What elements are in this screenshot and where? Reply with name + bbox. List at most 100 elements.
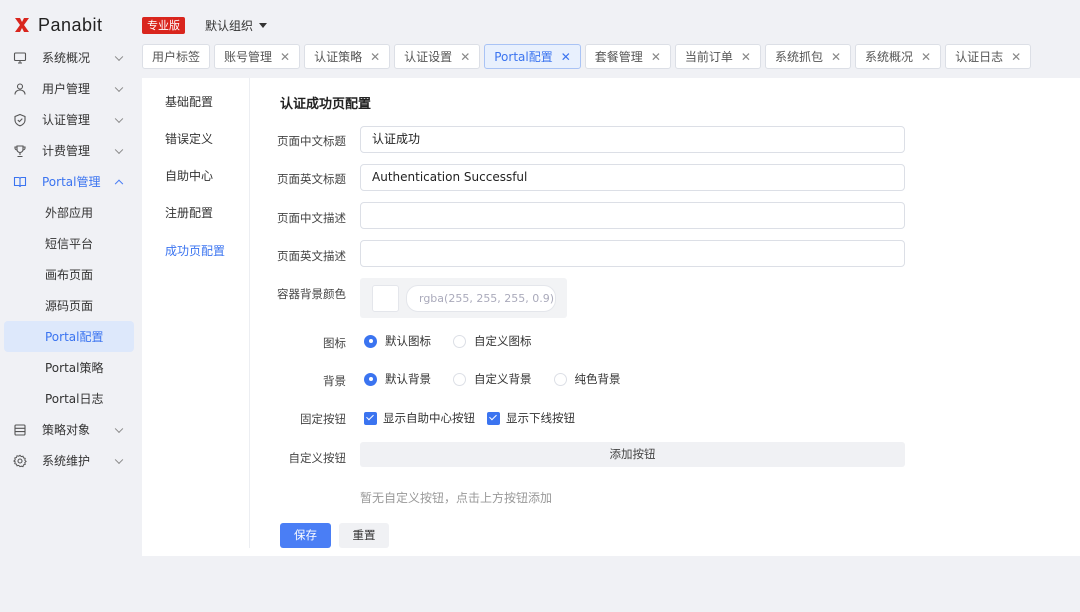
cn-desc-input[interactable]: [360, 202, 905, 229]
cn-desc-label: 页面中文描述: [277, 211, 346, 225]
trophy-icon: [12, 143, 28, 159]
sidebar: 系统概况 用户管理 认证管理 计费管理 Portal管理 外部应用 短信平台 画…: [0, 42, 140, 476]
sidebar-item-maintenance[interactable]: 系统维护: [0, 445, 140, 476]
fixed-buttons-group: 显示自助中心按钮 显示下线按钮: [364, 410, 587, 426]
sidebar-subitem-source-page[interactable]: 源码页面: [0, 290, 140, 321]
close-icon[interactable]: ✕: [831, 50, 841, 64]
edition-badge: 专业版: [142, 17, 185, 34]
tab-label: 系统抓包: [774, 50, 823, 64]
bg-color-label: 容器背景颜色: [277, 287, 346, 301]
chevron-down-icon: [114, 83, 124, 92]
subnav-self-service[interactable]: 自助中心: [165, 167, 213, 184]
radio-label: 自定义背景: [474, 372, 532, 386]
chevron-down-icon: [114, 455, 124, 464]
sidebar-subitem-external-apps[interactable]: 外部应用: [0, 197, 140, 228]
sidebar-item-policy-objects[interactable]: 策略对象: [0, 414, 140, 445]
tab-packet-capture[interactable]: 系统抓包 ✕: [764, 44, 852, 69]
close-icon[interactable]: ✕: [921, 50, 931, 64]
sidebar-subitem-sms-platform[interactable]: 短信平台: [0, 228, 140, 259]
cn-title-label: 页面中文标题: [277, 134, 346, 148]
radio-solid-background[interactable]: 纯色背景: [553, 371, 621, 387]
org-selector[interactable]: 默认组织: [205, 17, 268, 34]
chevron-down-icon: [114, 52, 124, 61]
tab-plan-mgmt[interactable]: 套餐管理 ✕: [584, 44, 671, 69]
color-input[interactable]: rgba(255, 255, 255, 0.9): [406, 285, 556, 312]
tab-account-mgmt[interactable]: 账号管理 ✕: [214, 44, 301, 69]
sidebar-subitem-portal-log[interactable]: Portal日志: [0, 383, 140, 414]
radio-unchecked-icon: [553, 372, 567, 386]
tab-label: 认证日志: [955, 50, 1004, 64]
sidebar-item-portal[interactable]: Portal管理: [0, 166, 140, 197]
color-swatch[interactable]: [372, 285, 399, 312]
icon-radio-group: 默认图标 自定义图标: [364, 333, 554, 349]
en-desc-input[interactable]: [360, 240, 905, 267]
sidebar-subitem-portal-config[interactable]: Portal配置: [4, 321, 134, 352]
close-icon[interactable]: ✕: [460, 50, 470, 64]
tab-user-tags[interactable]: 用户标签: [142, 44, 211, 69]
sidebar-item-auth[interactable]: 认证管理: [0, 104, 140, 135]
sidebar-item-label: 策略对象: [42, 423, 91, 437]
user-icon: [12, 81, 28, 97]
radio-unchecked-icon: [453, 334, 466, 348]
radio-unchecked-icon: [453, 372, 466, 386]
radio-checked-icon: [364, 334, 377, 348]
custom-buttons-label: 自定义按钮: [288, 451, 347, 465]
tab-auth-policy[interactable]: 认证策略 ✕: [304, 44, 391, 69]
brand-logo: Panabit: [12, 12, 103, 38]
tab-portal-config[interactable]: Portal配置 ✕: [484, 44, 581, 69]
close-icon[interactable]: ✕: [741, 50, 751, 64]
tab-current-orders[interactable]: 当前订单 ✕: [674, 44, 761, 69]
close-icon[interactable]: ✕: [1011, 50, 1021, 64]
radio-label: 自定义图标: [474, 334, 532, 348]
save-button[interactable]: 保存: [280, 523, 331, 548]
checkbox-label: 显示自助中心按钮: [383, 411, 475, 425]
sidebar-item-billing[interactable]: 计费管理: [0, 135, 140, 166]
book-icon: [12, 174, 28, 190]
list-icon: [12, 422, 28, 438]
radio-custom-background[interactable]: 自定义背景: [453, 371, 532, 387]
en-title-input[interactable]: Authentication Successful: [360, 164, 905, 191]
color-picker: rgba(255, 255, 255, 0.9): [360, 278, 567, 318]
tab-bar: 用户标签 账号管理 ✕ 认证策略 ✕ 认证设置 ✕ Portal配置 ✕ 套餐管理 ✕ 当…: [142, 44, 1032, 69]
close-icon[interactable]: ✕: [561, 50, 571, 64]
tab-label: Portal配置: [494, 50, 553, 64]
en-title-label: 页面英文标题: [277, 172, 346, 186]
chevron-up-icon: [114, 179, 124, 188]
tab-auth-settings[interactable]: 认证设置 ✕: [394, 44, 481, 69]
icon-label: 图标: [323, 336, 346, 350]
radio-default-icon[interactable]: 默认图标: [364, 333, 431, 349]
close-icon[interactable]: ✕: [651, 50, 661, 64]
sidebar-item-label: Portal管理: [42, 175, 101, 189]
background-label: 背景: [323, 374, 346, 388]
tab-auth-log[interactable]: 认证日志 ✕: [945, 44, 1032, 69]
en-desc-label: 页面英文描述: [277, 249, 346, 263]
background-radio-group: 默认背景 自定义背景 纯色背景: [364, 371, 643, 387]
subnav-success-page-config[interactable]: 成功页配置: [165, 242, 225, 259]
subnav-basic-config[interactable]: 基础配置: [165, 93, 213, 110]
sidebar-item-system-overview[interactable]: 系统概况: [0, 42, 140, 73]
brand-name: Panabit: [38, 14, 103, 35]
sidebar-item-users[interactable]: 用户管理: [0, 73, 140, 104]
tab-label: 套餐管理: [594, 50, 643, 64]
panabit-logo-icon: [15, 18, 29, 32]
add-button[interactable]: 添加按钮: [360, 442, 905, 467]
tab-system-overview[interactable]: 系统概况 ✕: [855, 44, 942, 69]
subnav-error-definition[interactable]: 错误定义: [165, 130, 213, 147]
chevron-down-icon: [114, 424, 124, 433]
tab-label: 认证设置: [404, 50, 453, 64]
checkbox-self-service[interactable]: 显示自助中心按钮: [364, 410, 475, 426]
close-icon[interactable]: ✕: [370, 50, 380, 64]
radio-label: 纯色背景: [574, 372, 621, 386]
sidebar-subitem-portal-policy[interactable]: Portal策略: [0, 352, 140, 383]
radio-custom-icon[interactable]: 自定义图标: [453, 333, 532, 349]
reset-button[interactable]: 重置: [339, 523, 389, 548]
sidebar-item-label: 计费管理: [42, 144, 91, 158]
radio-default-background[interactable]: 默认背景: [364, 371, 431, 387]
sidebar-subitem-canvas-page[interactable]: 画布页面: [0, 259, 140, 290]
subnav-register-config[interactable]: 注册配置: [165, 204, 213, 221]
close-icon[interactable]: ✕: [280, 50, 290, 64]
checkbox-logout[interactable]: 显示下线按钮: [487, 410, 575, 426]
cn-title-input[interactable]: 认证成功: [360, 126, 905, 153]
radio-label: 默认背景: [385, 372, 431, 386]
monitor-icon: [12, 50, 28, 66]
